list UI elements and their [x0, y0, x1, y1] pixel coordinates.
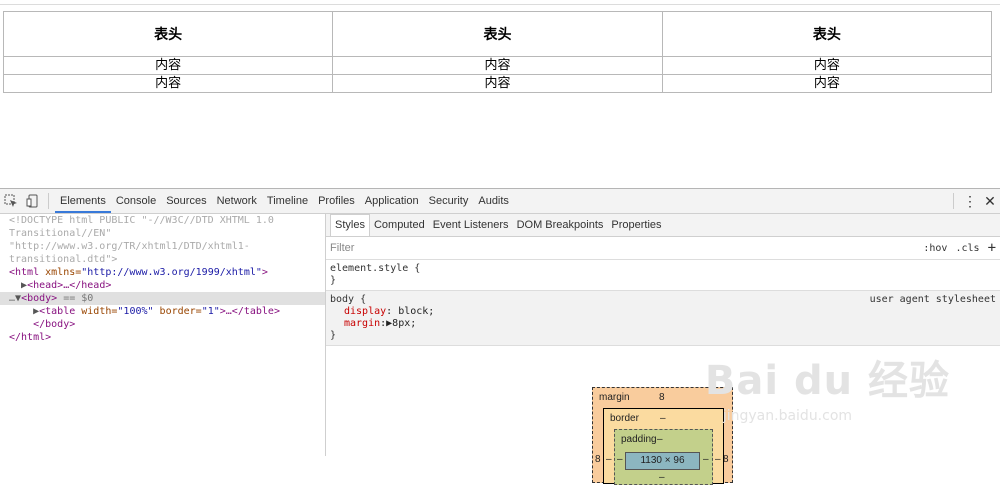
doctype-line[interactable]: transitional.dtd">	[0, 253, 325, 266]
tab-sources[interactable]: Sources	[161, 189, 211, 213]
tab-network[interactable]: Network	[212, 189, 262, 213]
border-label: border	[610, 413, 639, 424]
property-name: display	[344, 306, 387, 317]
table-cell: 内容	[2, 74, 334, 93]
padding-bottom-value[interactable]: –	[659, 472, 665, 483]
tree-node-html-close[interactable]: </html>	[0, 331, 325, 344]
toolbar-divider	[953, 193, 954, 209]
attr-name: width=	[75, 306, 118, 317]
tag-name: >…</table>	[219, 306, 280, 317]
border-right-value[interactable]: –	[715, 454, 721, 465]
tab-timeline[interactable]: Timeline	[262, 189, 313, 213]
tag-name: <head>…</head>	[27, 280, 112, 291]
attr-value: "100%"	[117, 306, 154, 317]
border-left-value[interactable]: –	[606, 454, 612, 465]
table-header-cell: 表头	[2, 11, 334, 57]
more-menu-icon[interactable]: ⋮	[960, 193, 980, 210]
tab-styles[interactable]: Styles	[330, 214, 370, 236]
tag-name: <body>	[21, 293, 58, 304]
filter-actions: :hov .cls +	[923, 237, 996, 259]
devtools-toolbar: Elements Console Sources Network Timelin…	[0, 189, 1000, 214]
property-name: margin	[344, 318, 381, 329]
table-header-row: 表头 表头 表头	[2, 11, 993, 57]
styles-tabs: Styles Computed Event Listeners DOM Brea…	[326, 214, 1000, 237]
table-cell: 内容	[332, 56, 663, 75]
margin-top-value[interactable]: 8	[659, 392, 665, 403]
toolbar-right: ⋮ ✕	[953, 189, 1000, 213]
tab-audits[interactable]: Audits	[473, 189, 514, 213]
toolbar-divider	[48, 193, 49, 209]
tree-node-head[interactable]: ▶<head>…</head>	[0, 279, 325, 292]
padding-label: padding	[621, 434, 657, 445]
tree-node-table[interactable]: ▶<table width="100%" border="1">…</table…	[0, 305, 325, 318]
box-model-padding[interactable]: padding – – – – 1130 × 96	[614, 429, 713, 485]
doctype-line[interactable]: "http://www.w3.org/TR/xhtml1/DTD/xhtml1-	[0, 240, 325, 253]
tab-profiles[interactable]: Profiles	[313, 189, 360, 213]
body-ua-rule[interactable]: user agent stylesheet body { display: bl…	[326, 291, 1000, 346]
selected-marker: == $0	[57, 293, 94, 304]
tree-node-body-close[interactable]: </body>	[0, 318, 325, 331]
rule-close-brace: }	[330, 330, 337, 341]
padding-top-value[interactable]: –	[657, 434, 663, 445]
attr-value: "1"	[201, 306, 220, 317]
element-style-rule[interactable]: element.style { }	[326, 260, 1000, 291]
attr-value: "http://www.w3.org/1999/xhtml"	[81, 267, 262, 278]
rule-close-brace: }	[330, 275, 337, 286]
property-value: block;	[398, 306, 435, 317]
table-cell: 内容	[332, 74, 663, 93]
styles-filter-row: Filter :hov .cls +	[326, 237, 1000, 260]
device-toggle-icon[interactable]	[22, 190, 44, 212]
css-property-display[interactable]: display: block;	[330, 306, 996, 318]
doctype-line[interactable]: <!DOCTYPE html PUBLIC "-//W3C//DTD XHTML…	[0, 214, 325, 227]
css-property-margin[interactable]: margin:▶8px;	[330, 318, 996, 330]
tab-application[interactable]: Application	[360, 189, 424, 213]
tag-name: </html>	[9, 332, 52, 343]
elements-tree: <!DOCTYPE html PUBLIC "-//W3C//DTD XHTML…	[0, 214, 326, 456]
tab-dom-breakpoints[interactable]: DOM Breakpoints	[513, 215, 608, 236]
class-toggle-button[interactable]: .cls	[955, 243, 979, 254]
table-header-cell: 表头	[661, 11, 993, 57]
watermark-url: jingyan.baidu.com	[722, 408, 853, 424]
close-icon[interactable]: ✕	[980, 193, 1000, 210]
demo-table: 表头 表头 表头 内容 内容 内容 内容 内容 内容	[2, 11, 993, 93]
doctype-line[interactable]: Transitional//EN"	[0, 227, 325, 240]
attr-name: xmlns=	[39, 267, 82, 278]
filter-input[interactable]: Filter	[330, 242, 354, 254]
tab-properties[interactable]: Properties	[607, 215, 665, 236]
inspect-icon[interactable]	[0, 190, 22, 212]
tab-security[interactable]: Security	[424, 189, 474, 213]
tag-name: <table	[39, 306, 76, 317]
tree-node-html[interactable]: <html xmlns="http://www.w3.org/1999/xhtm…	[0, 266, 325, 279]
padding-right-value[interactable]: –	[703, 454, 709, 465]
tag-name: <html	[9, 267, 40, 278]
rendered-page: 表头 表头 表头 内容 内容 内容 内容 内容 内容	[0, 0, 1000, 188]
tab-elements[interactable]: Elements	[55, 189, 111, 213]
tab-event-listeners[interactable]: Event Listeners	[429, 215, 513, 236]
page-top-divider	[0, 4, 1000, 5]
table-row: 内容 内容 内容	[2, 56, 993, 75]
tag-name: >	[261, 267, 268, 278]
border-top-value[interactable]: –	[660, 413, 666, 424]
attr-name: border=	[153, 306, 202, 317]
new-rule-plus-icon[interactable]: +	[988, 240, 996, 256]
property-value: ▶8px;	[386, 318, 417, 329]
table-cell: 内容	[2, 56, 334, 75]
table-row: 内容 内容 内容	[2, 74, 993, 93]
margin-label: margin	[599, 392, 630, 403]
rule-selector: element.style {	[330, 263, 421, 274]
padding-left-value[interactable]: –	[617, 454, 623, 465]
table-cell: 内容	[661, 74, 993, 93]
tab-computed[interactable]: Computed	[370, 215, 429, 236]
tab-console[interactable]: Console	[111, 189, 161, 213]
tree-node-body[interactable]: …▼<body> == $0	[0, 292, 325, 305]
watermark-brand: Bai du 经验	[704, 358, 950, 404]
baidu-watermark: Bai du 经验 jingyan.baidu.com	[705, 348, 950, 424]
hover-state-button[interactable]: :hov	[923, 243, 947, 254]
tag-name: </body>	[33, 319, 76, 330]
margin-left-value[interactable]: 8	[595, 454, 601, 465]
table-cell: 内容	[661, 56, 993, 75]
rule-source-label: user agent stylesheet	[869, 294, 996, 305]
table-header-cell: 表头	[332, 11, 663, 57]
